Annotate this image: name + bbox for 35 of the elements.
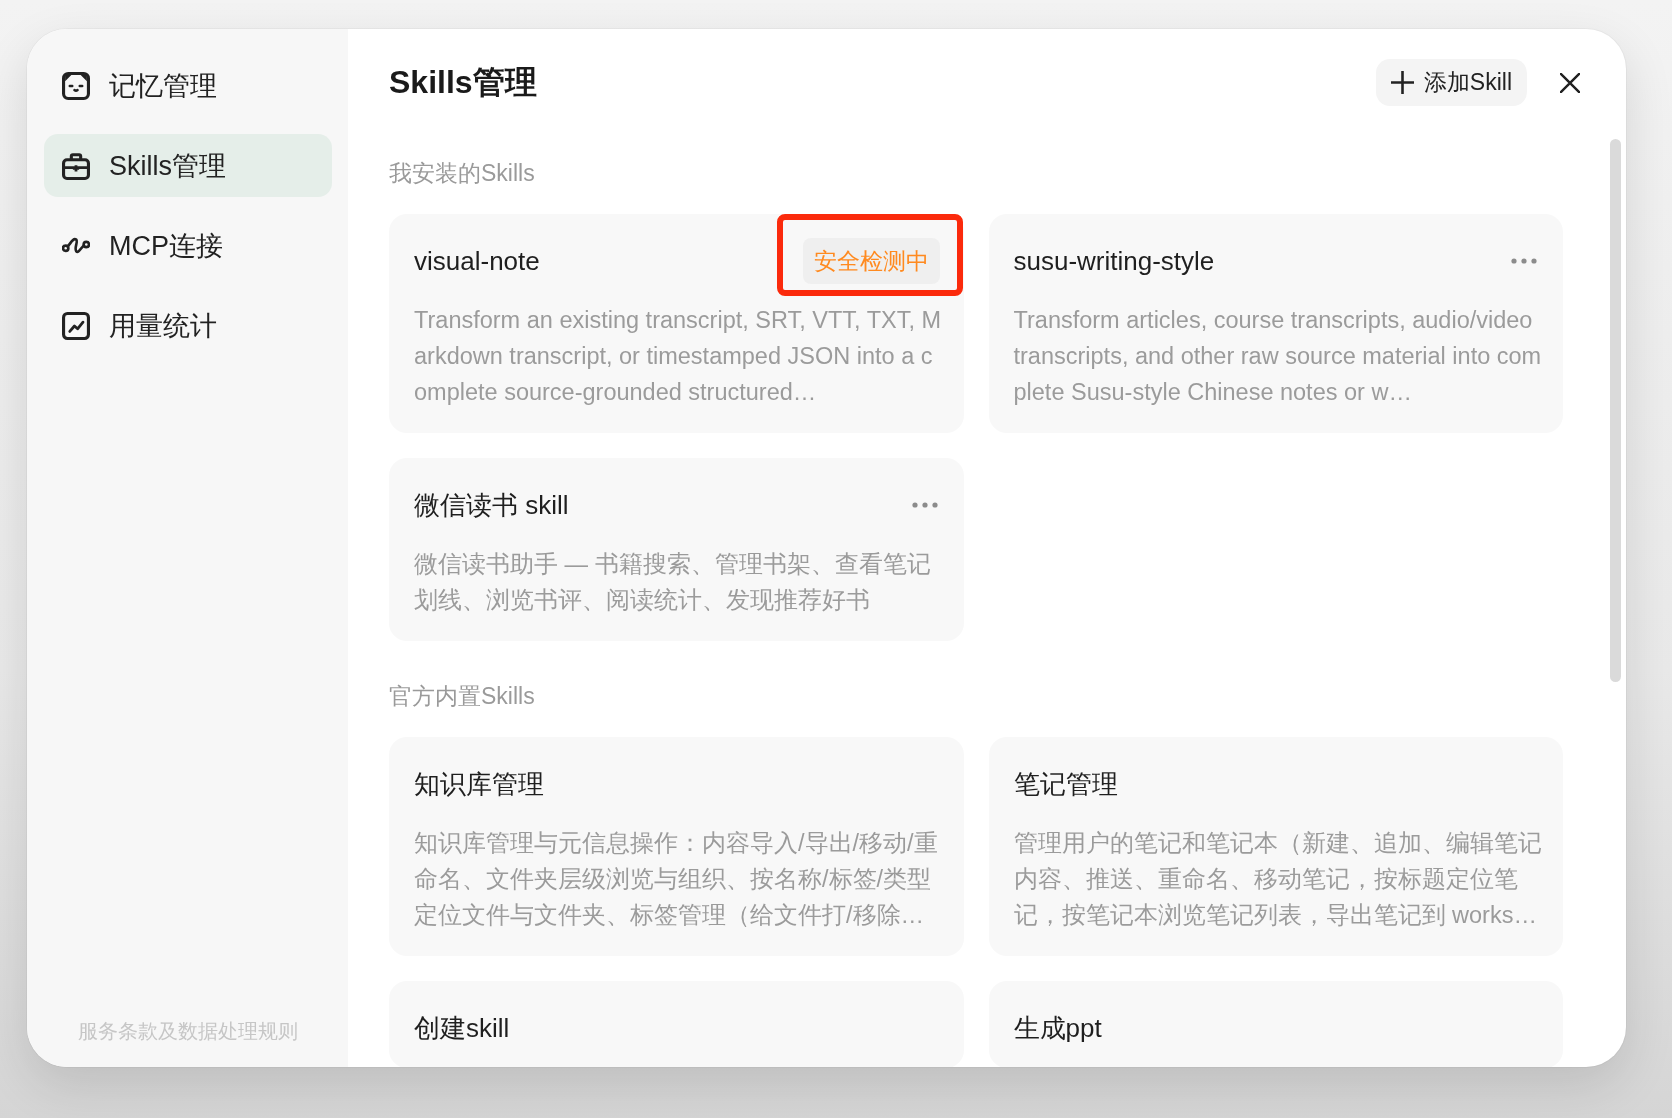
scrollbar-thumb[interactable]	[1610, 139, 1621, 682]
skill-card[interactable]: 知识库管理 知识库管理与元信息操作：内容导入/导出/移动/重命名、文件夹层级浏览与组织、按名称/标签/类型定位文件与文件夹、标签管理（给文件打/移除…	[389, 737, 964, 956]
skill-description: 管理用户的笔记和笔记本（新建、追加、编辑笔记内容、推送、重命名、移动笔记，按标题定位笔记，按笔记本浏览笔记列表，导出笔记到 works…	[1013, 829, 1542, 930]
skill-card[interactable]: 微信读书 skill 微信读书助手 — 书籍搜索、管理书架、查看笔记划线、浏览书评、阅读统计、发现推荐好书	[389, 458, 964, 641]
skill-description: 微信读书助手 — 书籍搜索、管理书架、查看笔记划线、浏览书评、阅读统计、发现推荐好书	[414, 550, 932, 615]
section-heading: 我安装的Skills	[389, 160, 536, 186]
sidebar-item[interactable]: 记忆管理	[44, 54, 332, 117]
more-icon[interactable]	[1511, 258, 1537, 264]
skill-title: 笔记管理	[1013, 768, 1118, 801]
skill-title: 微信读书 skill	[414, 489, 569, 522]
skill-title: 创建skill	[414, 1012, 510, 1045]
briefcase-icon	[62, 151, 90, 180]
more-icon[interactable]	[911, 502, 938, 508]
skill-card[interactable]: susu-writing-style Transform articles, course transcripts, audio/video transcripts, and other raw source material into complete Susu-style Chinese notes or w…	[988, 214, 1563, 433]
skill-title: 生成ppt	[1013, 1012, 1102, 1045]
page-title: Skills管理	[389, 62, 538, 102]
skill-title: visual-note	[414, 245, 540, 278]
sidebar-item[interactable]: Skills管理	[44, 134, 332, 197]
plus-icon	[1390, 71, 1414, 94]
skill-description: Transform an existing transcript, SRT, VTT, TXT, Markdown transcript, or timestamped JSON into a complete source-grounded structured…	[414, 306, 943, 407]
close-icon[interactable]	[1560, 72, 1580, 93]
skill-card[interactable]: 笔记管理 管理用户的笔记和笔记本（新建、追加、编辑笔记内容、推送、重命名、移动笔记，按标题定位笔记，按笔记本浏览笔记列表，导出笔记到 works…	[988, 737, 1563, 956]
add-skill-button[interactable]: 添加Skill	[1375, 59, 1527, 106]
face-square-icon	[62, 71, 90, 100]
skill-card[interactable]: 创建skill	[389, 981, 964, 1067]
chart-icon	[62, 311, 90, 340]
skill-title: susu-writing-style	[1013, 245, 1215, 278]
skill-card[interactable]: 生成ppt	[988, 981, 1563, 1067]
section-heading: 官方内置Skills	[389, 683, 536, 709]
skill-title: 知识库管理	[414, 768, 544, 801]
skill-description: Transform articles, course transcripts, audio/video transcripts, and other raw source material into complete Susu-style Chinese notes or w…	[1013, 306, 1542, 407]
skill-card[interactable]: visual-note 安全检测中 Transform an existing transcript, SRT, VTT, TXT, Markdown transcript, or timestamped JSON into a complete source-grounded structured…	[389, 214, 964, 433]
skill-description: 知识库管理与元信息操作：内容导入/导出/移动/重命名、文件夹层级浏览与组织、按名称/标签/类型定位文件与文件夹、标签管理（给文件打/移除…	[414, 829, 939, 930]
sidebar-item[interactable]: MCP连接	[44, 214, 332, 277]
sidebar-item[interactable]: 用量统计	[44, 294, 332, 357]
